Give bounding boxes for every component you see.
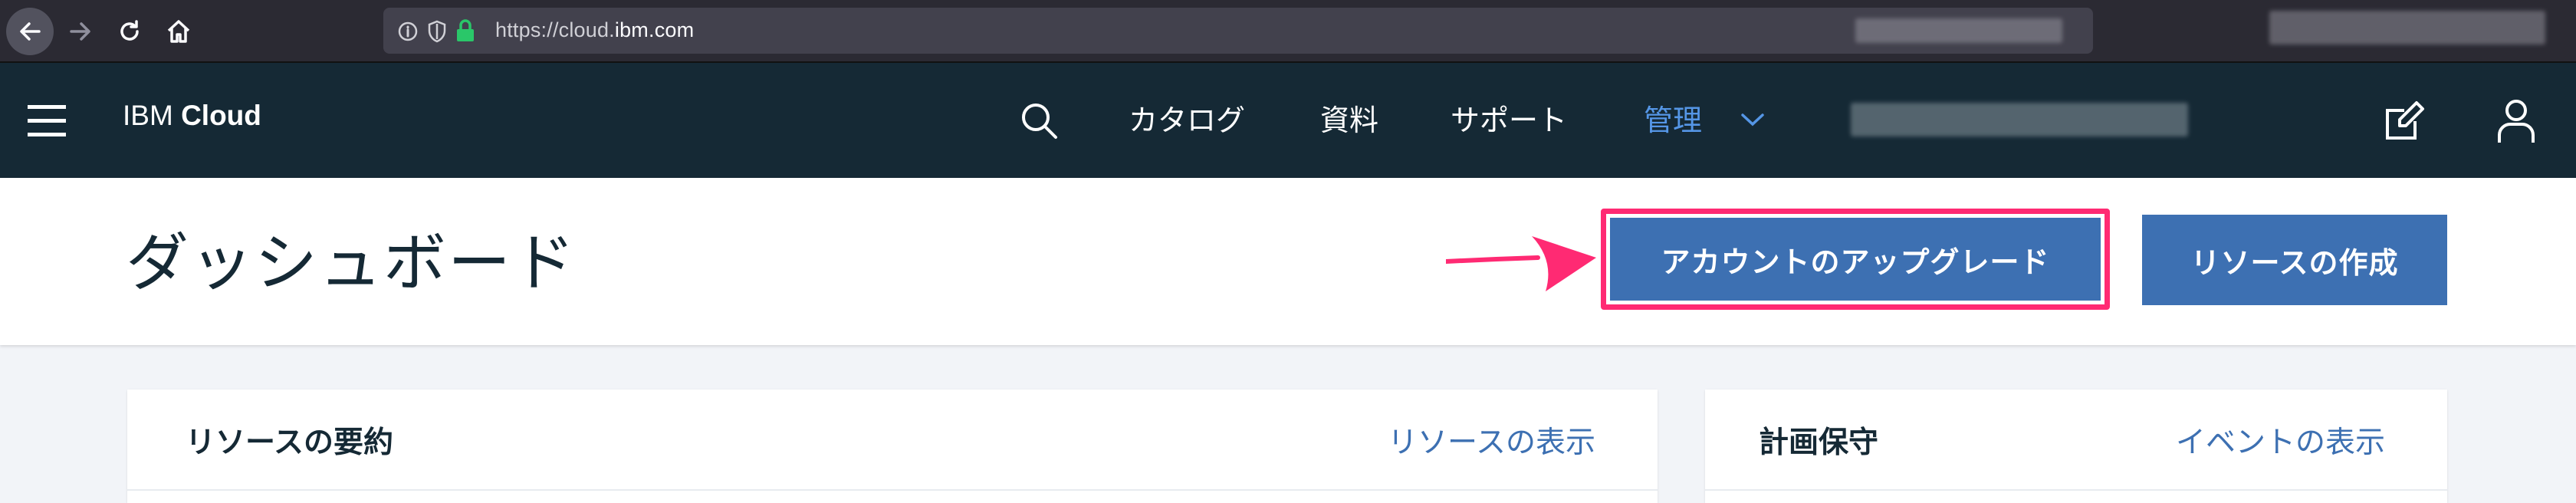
annotation-arrow-icon	[1446, 236, 1596, 291]
resource-summary-card: リソースの要約 リソースの表示	[127, 390, 1658, 503]
lock-icon	[457, 19, 474, 41]
card-title: リソースの要約	[186, 426, 394, 460]
app-header: IBM Cloud カタログ 資料 サポート 管理	[0, 63, 2576, 178]
url-text[interactable]: https://cloud.ibm.com	[495, 18, 694, 42]
url-bar[interactable]: https://cloud.ibm.com	[383, 8, 2093, 54]
forward-arrow-icon	[70, 22, 90, 41]
chevron-down-icon[interactable]	[1739, 110, 1766, 129]
upgrade-account-button[interactable]: アカウントのアップグレード	[1610, 218, 2101, 301]
planned-maintenance-card: 計画保守 イベントの表示	[1705, 390, 2447, 503]
browser-toolbar: https://cloud.ibm.com	[0, 0, 2576, 63]
nav-docs[interactable]: 資料	[1320, 97, 1378, 139]
blurred-extension	[1855, 18, 2062, 43]
nav-catalog[interactable]: カタログ	[1129, 97, 1245, 139]
reload-icon	[120, 20, 139, 41]
search-button[interactable]	[1017, 98, 1063, 144]
user-icon[interactable]	[2495, 97, 2538, 146]
search-icon	[1022, 104, 1057, 139]
menu-icon[interactable]	[28, 105, 67, 137]
home-icon	[167, 20, 190, 43]
reload-button[interactable]	[106, 8, 153, 55]
page-title: ダッシュボード	[126, 227, 577, 300]
divider	[1705, 489, 2447, 491]
divider	[127, 489, 1658, 491]
edit-icon[interactable]	[2381, 98, 2427, 144]
blurred-toolbar-icons	[2269, 11, 2545, 44]
account-switcher[interactable]	[1851, 103, 2188, 136]
forward-button[interactable]	[57, 8, 104, 55]
nav-support[interactable]: サポート	[1451, 97, 1567, 139]
back-button[interactable]	[6, 8, 54, 55]
card-title: 計画保守	[1759, 426, 1879, 460]
home-button[interactable]	[155, 8, 202, 55]
nav-manage[interactable]: 管理	[1644, 97, 1702, 139]
create-resource-button[interactable]: リソースの作成	[2142, 215, 2447, 305]
shield-icon[interactable]	[426, 19, 448, 44]
back-arrow-icon	[20, 22, 41, 41]
view-events-link[interactable]: イベントの表示	[2176, 419, 2385, 462]
brand-logo[interactable]: IBM Cloud	[123, 100, 261, 132]
info-icon[interactable]	[397, 21, 419, 42]
view-resources-link[interactable]: リソースの表示	[1388, 419, 1595, 462]
dashboard-header: ダッシュボード アカウントのアップグレード リソースの作成	[0, 178, 2576, 345]
